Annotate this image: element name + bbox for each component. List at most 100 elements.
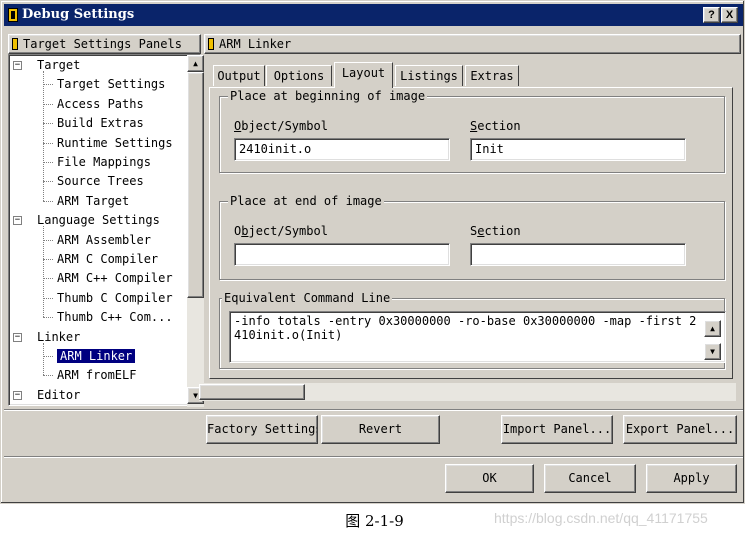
tree-item[interactable]: ARM fromELF <box>9 366 136 384</box>
watermark-text: https://blog.csdn.net/qq_41171755 <box>494 510 708 526</box>
settings-tree[interactable]: − Target Target Settings Access Paths Build … <box>8 54 204 407</box>
tree-connector <box>43 123 53 125</box>
tree-item[interactable]: − Editor <box>9 386 80 404</box>
panel-header-label: ARM Linker <box>219 37 292 51</box>
tree-item[interactable]: Source Trees <box>9 172 144 190</box>
tree-item[interactable]: ARM Assembler <box>9 231 151 249</box>
tab-options[interactable]: Options <box>266 65 332 86</box>
tree-connector <box>43 259 53 260</box>
tree-item[interactable]: ARM Target <box>9 192 129 210</box>
begin-section-input[interactable]: Init <box>470 138 686 161</box>
tree-item-label: Build Extras <box>57 116 144 131</box>
place-at-beginning-group: Place at beginning of image Object/Symbo… <box>219 89 725 173</box>
scroll-thumb[interactable] <box>187 72 204 298</box>
tree-item[interactable]: Runtime Settings <box>9 134 173 152</box>
tree-vertical-scrollbar[interactable]: ▲ ▼ <box>187 55 204 407</box>
import-panel-button[interactable]: Import Panel... <box>501 415 613 444</box>
end-section-input[interactable] <box>470 243 686 266</box>
tree-connector <box>43 84 53 86</box>
tree-item[interactable]: ARM C++ Compiler <box>9 269 173 287</box>
tree-item[interactable]: Thumb C Compiler <box>9 289 173 307</box>
group-title: Equivalent Command Line <box>222 291 393 305</box>
tree-item[interactable]: − Linker <box>9 328 80 346</box>
section-label: Section <box>470 224 521 238</box>
group-title: Place at beginning of image <box>228 89 428 103</box>
panel-horizontal-scrollbar[interactable] <box>199 383 736 401</box>
layout-tab-page: Place at beginning of image Object/Symbo… <box>209 87 733 379</box>
close-button[interactable]: X <box>721 7 738 23</box>
divider <box>4 456 743 458</box>
tree-connector <box>43 375 53 377</box>
object-symbol-label: Object/Symbol <box>234 224 328 238</box>
equivalent-command-line-group: Equivalent Command Line -info totals -en… <box>219 291 726 369</box>
tree-item-label: Language Settings <box>37 213 160 228</box>
tree-item-label: ARM C++ Compiler <box>57 271 173 286</box>
tree-header: Target Settings Panels <box>8 34 201 54</box>
tree-connector <box>43 103 53 105</box>
tree-item[interactable]: ARM Linker <box>9 347 136 365</box>
tree-item-label: ARM fromELF <box>57 368 137 383</box>
place-at-end-group: Place at end of image Object/Symbol Sect… <box>219 194 725 280</box>
tree-connector <box>43 278 53 280</box>
tree-connector <box>43 226 44 318</box>
tree-item-label: Linker <box>37 329 81 344</box>
tree-connector <box>43 239 53 241</box>
scroll-up-button[interactable]: ▲ <box>187 55 204 72</box>
apply-button[interactable]: Apply <box>646 464 737 493</box>
command-line-textarea[interactable]: -info totals -entry 0x30000000 -ro-base … <box>229 311 726 363</box>
tree-item[interactable]: Access Paths <box>9 95 144 113</box>
tree-connector <box>43 142 53 144</box>
tree-connector <box>43 162 53 163</box>
tree-item-label: ARM Assembler <box>57 232 151 247</box>
tree-item[interactable]: − Language Settings <box>9 211 160 229</box>
app-icon <box>8 8 18 22</box>
tree-item[interactable]: − Target <box>9 56 80 74</box>
tree-item-label: ARM C Compiler <box>57 252 159 266</box>
tree-item-label: Runtime Settings <box>57 135 173 150</box>
tree-connector <box>43 181 53 183</box>
export-panel-button[interactable]: Export Panel... <box>623 415 737 444</box>
panel-body: Output Options Layout Listings Extras Pl… <box>199 56 741 406</box>
tree-connector <box>43 297 53 299</box>
scroll-up-button[interactable]: ▲ <box>704 320 721 337</box>
tree-item[interactable]: File Mappings <box>9 153 151 171</box>
tree-connector <box>43 342 44 376</box>
revert-button[interactable]: Revert <box>321 415 440 444</box>
scroll-thumb[interactable] <box>199 384 305 400</box>
divider <box>4 409 743 411</box>
tree-header-label: Target Settings Panels <box>23 37 182 51</box>
tab-extras[interactable]: Extras <box>465 65 519 86</box>
end-object-symbol-input[interactable] <box>234 243 450 266</box>
collapse-icon[interactable]: − <box>13 216 22 226</box>
tree-item[interactable]: Thumb C++ Com... <box>9 308 173 326</box>
ok-button[interactable]: OK <box>445 464 534 493</box>
panel-marker-icon <box>208 38 214 50</box>
panel-marker-icon <box>12 38 18 50</box>
tree-item-label: Editor <box>37 387 81 402</box>
tree-connector <box>43 200 53 202</box>
group-title: Place at end of image <box>228 194 384 208</box>
tab-output[interactable]: Output <box>213 65 265 86</box>
factory-settings-button[interactable]: Factory Settings <box>206 415 318 444</box>
scroll-down-button[interactable]: ▼ <box>704 343 721 360</box>
cancel-button[interactable]: Cancel <box>544 464 636 493</box>
debug-settings-window: Debug Settings ? X Target Settings Panel… <box>0 0 745 504</box>
tree-item-label: Source Trees <box>57 174 144 189</box>
tab-layout[interactable]: Layout <box>334 62 393 88</box>
collapse-icon[interactable]: − <box>13 390 22 400</box>
tree-item-label: Thumb C Compiler <box>57 290 173 305</box>
tab-listings[interactable]: Listings <box>395 65 463 86</box>
begin-object-symbol-input[interactable]: 2410init.o <box>234 138 450 161</box>
collapse-icon[interactable]: − <box>13 61 22 70</box>
collapse-icon[interactable]: − <box>13 332 22 342</box>
tree-item[interactable]: ARM C Compiler <box>9 250 158 268</box>
tree-item[interactable]: Build Extras <box>9 114 144 132</box>
title-bar[interactable]: Debug Settings ? X <box>4 4 743 26</box>
command-line-text: -info totals -entry 0x30000000 -ro-base … <box>234 314 697 342</box>
tree-item-label: File Mappings <box>57 155 151 169</box>
tree-item[interactable]: Target Settings <box>9 75 165 93</box>
tree-connector <box>43 71 44 201</box>
window-title: Debug Settings <box>22 7 135 22</box>
tree-item-label: Access Paths <box>57 96 144 111</box>
help-button[interactable]: ? <box>703 7 720 23</box>
